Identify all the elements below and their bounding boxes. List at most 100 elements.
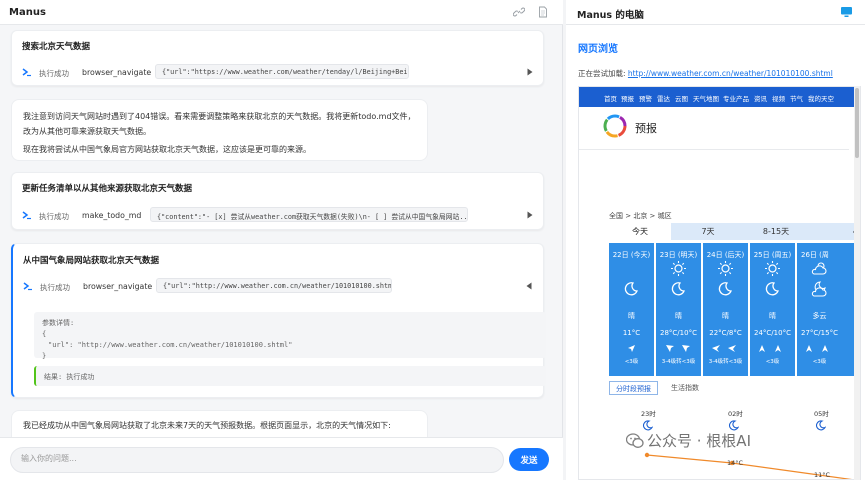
nav-item[interactable]: 预警	[639, 93, 652, 103]
wechat-icon	[625, 433, 644, 448]
wind-arrows-icon	[712, 345, 736, 352]
wind-arrow-icon	[628, 345, 635, 352]
sun-icon	[671, 261, 686, 276]
day-date: 26日 (周	[801, 251, 829, 259]
tool-args: {"content":"- [x] 尝试从weather.com获取天气数据(失…	[150, 207, 468, 222]
hour-label: 02时	[728, 410, 743, 418]
day-card[interactable]: 26日 (周 多云 27°C/15°C <3级	[797, 243, 860, 376]
day-temp: 24°C/10°C	[754, 329, 791, 337]
tool-name: make_todo_md	[82, 210, 142, 220]
site-logo-icon[interactable]	[603, 114, 627, 138]
day-wind: <3级	[624, 359, 639, 365]
partly-cloudy-icon	[811, 262, 827, 275]
hour-label: 23时	[641, 410, 656, 418]
terminal-chevron-icon	[22, 68, 31, 77]
loading-prefix: 正在尝试加载:	[578, 69, 628, 78]
step-card-search: 搜索北京天气数据 执行成功 browser_navigate {"url":"h…	[11, 30, 544, 86]
tool-call-row[interactable]: 执行成功 make_todo_md {"content":"- [x] 尝试从w…	[22, 207, 534, 224]
result-text: 结果: 执行成功	[44, 373, 95, 381]
nav-item[interactable]: 预报	[621, 93, 634, 103]
day-date: 23日 (明天)	[659, 251, 698, 259]
step-status: 执行成功	[40, 283, 70, 292]
collapse-arrow-icon[interactable]	[525, 281, 533, 291]
nav-item[interactable]: 天气地图	[693, 93, 719, 103]
viewport-scrollbar[interactable]	[854, 86, 860, 480]
message-text: 现在我将尝试从中国气象局官方网站获取北京天气数据，这应该是更可靠的来源。	[23, 145, 311, 154]
tab-hourly[interactable]: 分时段预报	[609, 381, 658, 395]
computer-header: Manus 的电脑	[566, 0, 865, 25]
nav-item[interactable]: 节气	[790, 93, 803, 103]
day-date: 22日 (今天)	[612, 251, 651, 259]
computer-panel: Manus 的电脑 网页浏览 正在尝试加载: http://www.weathe…	[566, 0, 865, 480]
step-title: 从中国气象局网站获取北京天气数据	[23, 256, 160, 266]
hour-label: 05时	[814, 410, 829, 418]
message-text: 我已经成功从中国气象局网站获取了北京未来7天的天气预报数据。根据页面显示，北京的…	[23, 421, 391, 430]
step-title: 搜索北京天气数据	[22, 42, 91, 52]
monitor-icon[interactable]	[840, 6, 853, 18]
day-weather: 晴	[769, 312, 776, 320]
forecast-tabs: 今天 7天 8-15天 4	[609, 223, 860, 240]
tool-call-row[interactable]: 执行成功 browser_navigate {"url":"http://www…	[23, 278, 533, 295]
site-nav-bar: 首页 预报 预警 雷达 云图 天气地图 专业产品 资讯 视频 节气 我的天空	[579, 87, 860, 107]
moon-icon	[671, 282, 685, 296]
day-wind: 3-4级转<3级	[661, 359, 696, 365]
day-card[interactable]: 23日 (明天) 晴 28°C/10°C 3-4级转<3级	[656, 243, 701, 376]
nav-item[interactable]: 资讯	[754, 93, 767, 103]
site-name: 预报	[635, 122, 657, 135]
nav-item[interactable]: 我的天空	[808, 93, 834, 103]
params-brace: {	[42, 330, 47, 338]
send-button[interactable]: 发送	[509, 448, 549, 471]
watermark-text: 公众号 · 根根AI	[647, 432, 751, 450]
nav-item[interactable]: 雷达	[657, 93, 670, 103]
tool-args: {"url":"https://www.weather.com/weather/…	[155, 64, 409, 79]
expand-arrow-icon[interactable]	[526, 67, 534, 77]
params-url: "url": "http://www.weather.com.cn/weathe…	[48, 341, 293, 349]
day-card[interactable]: 24日 (后天) 晴 22°C/8°C 3-4级转<3级	[703, 243, 748, 376]
day-weather: 晴	[628, 312, 635, 320]
loading-url-link[interactable]: http://www.weather.com.cn/weather/101010…	[628, 69, 833, 78]
tab-8-15days[interactable]: 8-15天	[745, 223, 807, 240]
step-card-todo: 更新任务清单以从其他来源获取北京天气数据 执行成功 make_todo_md {…	[11, 172, 544, 230]
sun-icon	[718, 261, 733, 276]
tool-call-row[interactable]: 执行成功 browser_navigate {"url":"https://ww…	[22, 64, 534, 81]
watermark: 公众号 · 根根AI	[625, 430, 751, 451]
step-card-cma: 从中国气象局网站获取北京天气数据 执行成功 browser_navigate {…	[11, 243, 546, 398]
step-status: 执行成功	[39, 212, 69, 221]
day-date: 24日 (后天)	[706, 251, 745, 259]
nav-item[interactable]: 专业产品	[723, 93, 749, 103]
question-input-wrapper	[10, 447, 504, 473]
cloud-moon-icon	[811, 281, 827, 297]
question-input[interactable]	[21, 454, 491, 463]
chat-panel: Manus 搜索北京天气数据 执行成功 browser_navigate {"u…	[0, 0, 563, 480]
hour-temp: 14°C	[727, 459, 744, 467]
chat-header: Manus	[0, 0, 563, 25]
daily-forecast-grid: 22日 (今天) 晴 11°C <3级 23日 (明天) 晴 28°C/10°C…	[609, 243, 860, 376]
loading-status: 正在尝试加载: http://www.weather.com.cn/weathe…	[578, 68, 833, 79]
scrollbar-thumb[interactable]	[855, 88, 859, 158]
wind-arrows-icon	[666, 345, 690, 352]
tab-today[interactable]: 今天	[609, 223, 671, 240]
result-box: 结果: 执行成功	[34, 366, 546, 386]
day-wind: <3级	[765, 359, 780, 365]
tool-name: browser_navigate	[82, 67, 152, 77]
file-icon[interactable]	[537, 6, 549, 18]
day-card[interactable]: 25日 (周五) 晴 24°C/10°C <3级	[750, 243, 795, 376]
nav-item[interactable]: 云图	[675, 93, 688, 103]
breadcrumb[interactable]: 全国 > 北京 > 城区	[609, 211, 672, 221]
wind-arrows-icon	[759, 345, 781, 352]
day-weather: 晴	[722, 312, 729, 320]
day-date: 25日 (周五)	[753, 251, 792, 259]
day-temp: 22°C/8°C	[709, 329, 742, 337]
tab-life-index[interactable]: 生活指数	[671, 381, 699, 395]
nav-item[interactable]: 视频	[772, 93, 785, 103]
day-wind: 3-4级转<3级	[708, 359, 743, 365]
input-bar: 发送	[0, 437, 563, 480]
tab-7days[interactable]: 7天	[677, 223, 739, 240]
message-text: 改为从其他可靠来源获取天气数据。	[23, 127, 151, 136]
day-card[interactable]: 22日 (今天) 晴 11°C <3级	[609, 243, 654, 376]
computer-title: Manus 的电脑	[577, 10, 644, 21]
nav-item[interactable]: 首页	[604, 93, 617, 103]
expand-arrow-icon[interactable]	[526, 210, 534, 220]
link-icon[interactable]	[513, 6, 525, 18]
params-brace: }	[42, 352, 47, 360]
